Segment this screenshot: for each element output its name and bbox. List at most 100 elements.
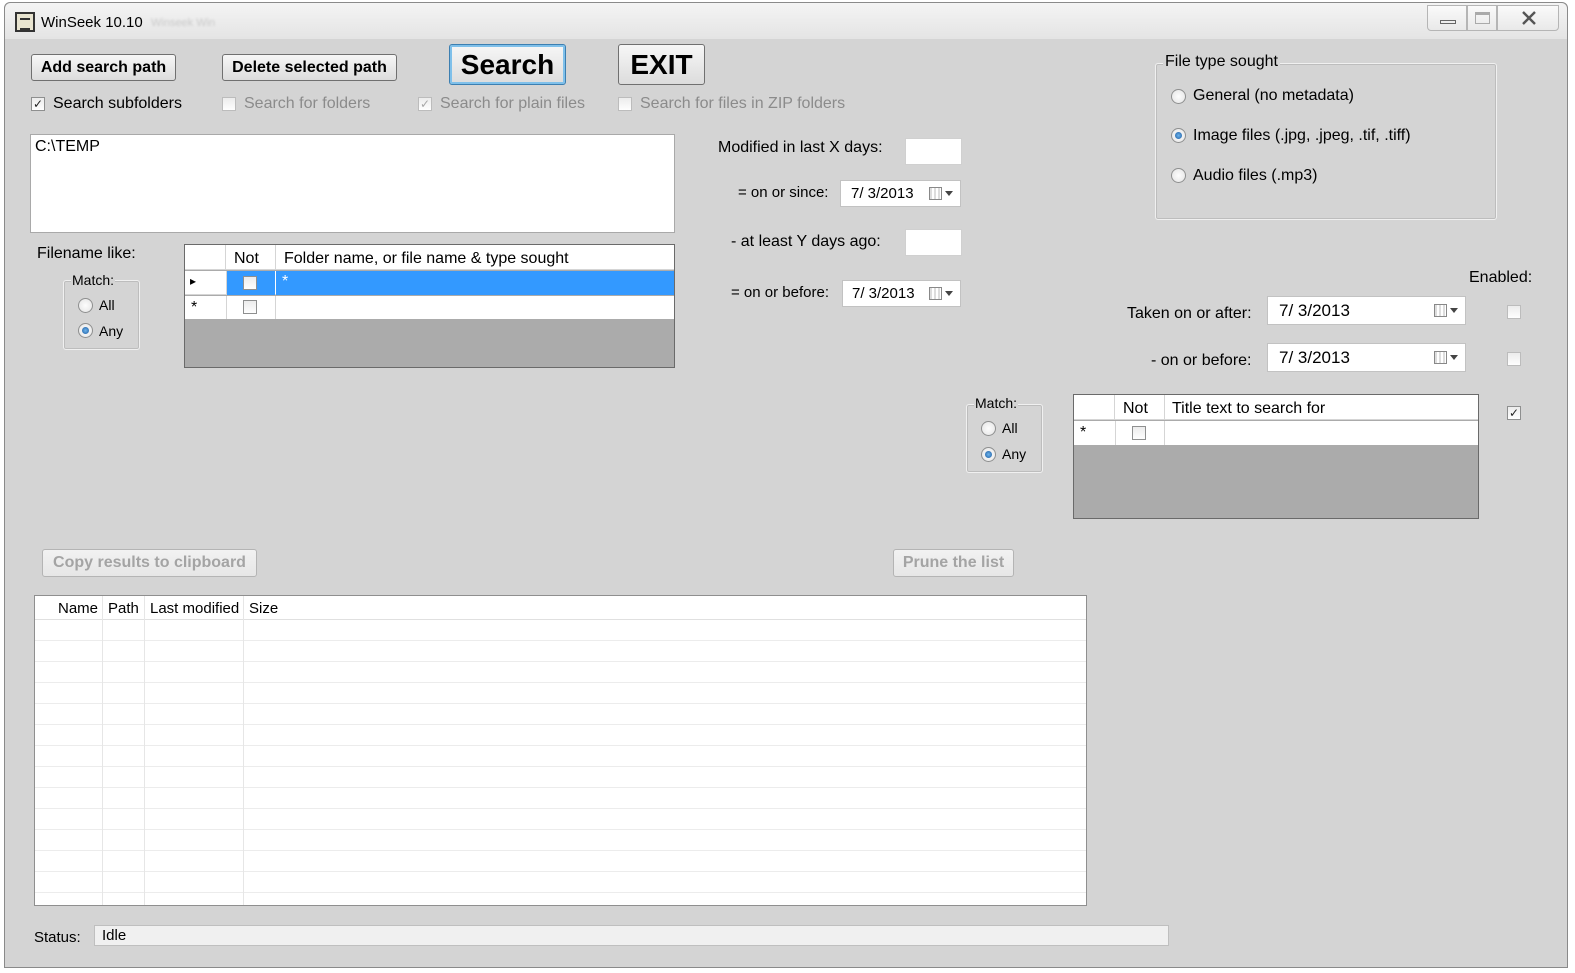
filename-match-all-radio[interactable] bbox=[78, 298, 93, 313]
filename-match-group bbox=[63, 280, 140, 350]
file-type-group-label: File type sought bbox=[1163, 53, 1280, 71]
title-new-row-not-checkbox[interactable] bbox=[1132, 426, 1146, 440]
add-search-path-button[interactable]: Add search path bbox=[31, 54, 176, 81]
title-grid-header: Not Title text to search for bbox=[1074, 395, 1478, 420]
search-paths-list[interactable]: C:\TEMP bbox=[30, 134, 675, 233]
row-header-corner bbox=[185, 245, 226, 270]
col-size-header[interactable]: Size bbox=[249, 600, 278, 617]
col-divider bbox=[1164, 421, 1165, 445]
copy-results-button[interactable]: Copy results to clipboard bbox=[42, 549, 257, 577]
title-grid-new-row[interactable]: * bbox=[1074, 421, 1478, 445]
close-button[interactable] bbox=[1497, 5, 1559, 31]
col-not-header[interactable]: Not bbox=[234, 250, 259, 268]
calendar-icon[interactable] bbox=[929, 187, 942, 200]
on-or-since-label: = on or since: bbox=[738, 184, 829, 201]
row-1-value: * bbox=[282, 273, 289, 290]
title-match-any-label: Any bbox=[1002, 446, 1027, 462]
title-match-label: Match: bbox=[974, 395, 1019, 411]
filename-match-label: Match: bbox=[71, 272, 116, 288]
minimize-button[interactable] bbox=[1427, 5, 1467, 31]
search-folders-checkbox[interactable] bbox=[222, 97, 236, 111]
calendar-icon[interactable] bbox=[1434, 304, 1447, 317]
modified-last-x-days-label: Modified in last X days: bbox=[718, 139, 883, 156]
calendar-icon[interactable] bbox=[929, 287, 942, 300]
results-list[interactable]: Name Path Last modified Size bbox=[34, 595, 1087, 906]
filename-match-any-label: Any bbox=[99, 323, 124, 339]
search-subfolders-checkbox[interactable]: ✓ bbox=[31, 97, 45, 111]
row-header-divider bbox=[1115, 421, 1116, 445]
status-label: Status: bbox=[34, 929, 81, 946]
taken-on-or-before-label: - on or before: bbox=[1151, 352, 1252, 369]
col-name-header[interactable]: Folder name, or file name & type sought bbox=[284, 250, 569, 268]
on-or-since-value: 7/ 3/2013 bbox=[851, 185, 914, 202]
title-match-any-radio[interactable] bbox=[981, 447, 996, 462]
new-row-marker-icon: * bbox=[1080, 424, 1087, 441]
status-value: Idle bbox=[102, 927, 127, 944]
col-divider bbox=[275, 245, 276, 270]
chevron-down-icon[interactable] bbox=[945, 191, 953, 196]
row-1-not-cell[interactable] bbox=[227, 271, 275, 295]
col-name-header[interactable]: Name bbox=[58, 600, 98, 617]
title-match-all-label: All bbox=[1002, 420, 1018, 436]
filetype-audio-radio[interactable] bbox=[1171, 168, 1186, 183]
taken-on-or-after-enabled-checkbox[interactable] bbox=[1507, 305, 1521, 319]
on-or-before-datepicker[interactable]: 7/ 3/2013 bbox=[842, 280, 961, 307]
new-row-not-checkbox[interactable] bbox=[243, 300, 257, 314]
search-path-item[interactable]: C:\TEMP bbox=[35, 138, 100, 156]
status-field: Idle bbox=[94, 925, 1169, 946]
taken-on-or-before-enabled-checkbox[interactable] bbox=[1507, 352, 1521, 366]
on-or-before-label: = on or before: bbox=[731, 284, 829, 301]
chevron-down-icon[interactable] bbox=[1450, 355, 1458, 360]
taken-on-or-after-datepicker[interactable]: 7/ 3/2013 bbox=[1267, 296, 1466, 325]
search-button[interactable]: Search bbox=[449, 44, 566, 85]
filename-grid-row-1[interactable]: ▸ * bbox=[185, 271, 674, 295]
filetype-audio-label: Audio files (.mp3) bbox=[1193, 167, 1318, 184]
chevron-down-icon[interactable] bbox=[1450, 308, 1458, 313]
row-header-corner bbox=[1074, 395, 1115, 420]
col-divider bbox=[102, 596, 103, 905]
filename-grid-header: Not Folder name, or file name & type sou… bbox=[185, 245, 674, 270]
new-row-marker-icon: * bbox=[191, 299, 198, 316]
search-zip-label: Search for files in ZIP folders bbox=[640, 95, 846, 112]
delete-selected-path-button[interactable]: Delete selected path bbox=[222, 54, 397, 81]
exit-button[interactable]: EXIT bbox=[618, 44, 705, 85]
taken-on-or-after-value: 7/ 3/2013 bbox=[1279, 301, 1350, 320]
filename-grid-new-row[interactable]: * bbox=[185, 296, 674, 319]
filename-like-label: Filename like: bbox=[37, 245, 136, 262]
title-search-enabled-checkbox[interactable]: ✓ bbox=[1507, 406, 1521, 420]
title-match-all-radio[interactable] bbox=[981, 421, 996, 436]
maximize-button[interactable] bbox=[1467, 5, 1497, 31]
search-zip-checkbox[interactable] bbox=[618, 97, 632, 111]
enabled-label: Enabled: bbox=[1469, 269, 1533, 286]
taken-on-or-before-datepicker[interactable]: 7/ 3/2013 bbox=[1267, 343, 1466, 372]
prune-list-button[interactable]: Prune the list bbox=[893, 549, 1014, 577]
row-1-value-cell[interactable]: * bbox=[276, 271, 674, 295]
title-col-not-header[interactable]: Not bbox=[1123, 400, 1148, 418]
at-least-y-days-input[interactable] bbox=[905, 229, 962, 256]
row-1-not-checkbox[interactable] bbox=[243, 276, 257, 290]
chevron-down-icon[interactable] bbox=[945, 291, 953, 296]
filetype-image-label: Image files (.jpg, .jpeg, .tif, .tiff) bbox=[1193, 127, 1411, 144]
filetype-general-radio[interactable] bbox=[1171, 89, 1186, 104]
calendar-icon[interactable] bbox=[1434, 351, 1447, 364]
filename-match-any-radio[interactable] bbox=[78, 323, 93, 338]
filename-grid[interactable]: Not Folder name, or file name & type sou… bbox=[184, 244, 675, 368]
taken-on-or-before-value: 7/ 3/2013 bbox=[1279, 348, 1350, 367]
filename-match-all-label: All bbox=[99, 297, 115, 313]
col-divider bbox=[275, 296, 276, 319]
search-plain-files-checkbox[interactable]: ✓ bbox=[418, 97, 432, 111]
title-text-grid[interactable]: Not Title text to search for * bbox=[1073, 394, 1479, 519]
on-or-since-datepicker[interactable]: 7/ 3/2013 bbox=[840, 180, 961, 207]
window-title: WinSeek 10.10 bbox=[41, 14, 143, 31]
modified-last-x-days-input[interactable] bbox=[905, 138, 962, 165]
col-divider bbox=[1164, 395, 1165, 420]
title-match-group bbox=[966, 404, 1043, 473]
filetype-image-radio[interactable] bbox=[1171, 128, 1186, 143]
results-header: Name Path Last modified Size bbox=[35, 596, 1086, 620]
on-or-before-value: 7/ 3/2013 bbox=[852, 285, 915, 302]
col-divider bbox=[144, 596, 145, 905]
col-last-modified-header[interactable]: Last modified bbox=[150, 600, 239, 617]
col-path-header[interactable]: Path bbox=[108, 600, 139, 617]
title-col-text-header[interactable]: Title text to search for bbox=[1172, 400, 1325, 418]
taken-on-or-after-label: Taken on or after: bbox=[1127, 305, 1252, 322]
